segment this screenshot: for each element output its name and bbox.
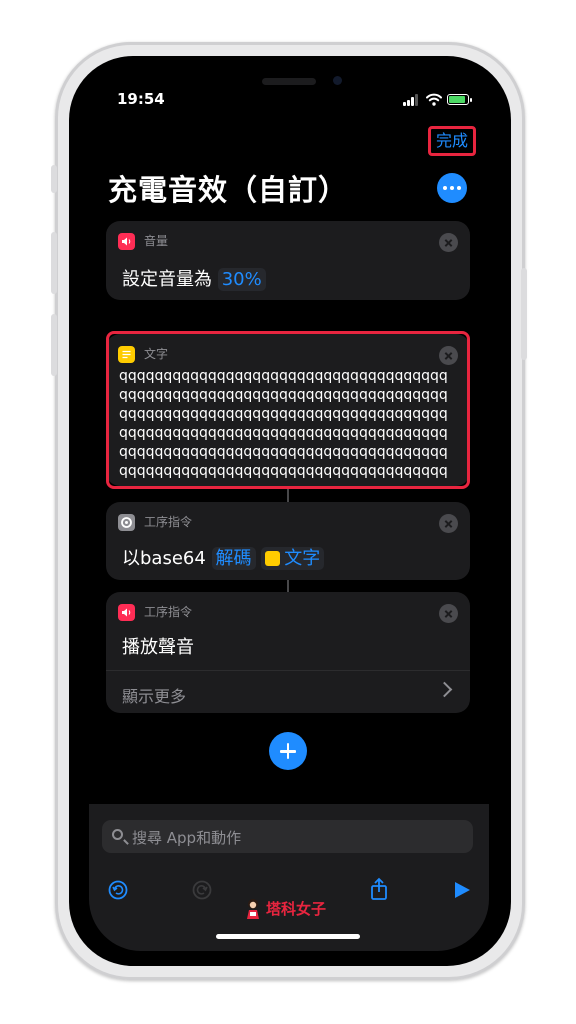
highlight-box — [106, 331, 470, 489]
show-more-link[interactable]: 顯示更多 — [122, 683, 186, 707]
speaker-icon — [118, 233, 135, 250]
card-app-name: 音量 — [144, 234, 169, 248]
girl-logo-icon — [247, 899, 259, 919]
done-button[interactable]: 完成 — [428, 126, 476, 156]
speaker-icon — [118, 604, 135, 621]
search-input[interactable]: 搜尋 App和動作 — [102, 820, 473, 853]
watermark-text: 塔科女子 — [266, 900, 327, 918]
action-text: 以base64 解碼 文字 — [122, 544, 325, 570]
more-icon[interactable] — [437, 173, 467, 203]
input-token[interactable]: 文字 — [261, 547, 325, 570]
home-indicator[interactable] — [216, 934, 360, 939]
volume-down-button — [51, 314, 57, 376]
volume-up-button — [51, 232, 57, 294]
share-icon[interactable] — [369, 877, 389, 901]
divider — [106, 670, 470, 671]
text-icon — [265, 551, 281, 566]
status-icons — [403, 93, 473, 107]
earpiece — [262, 78, 316, 85]
gear-icon — [118, 514, 135, 531]
play-sound-action[interactable]: 工序指令 播放聲音 顯示更多 — [106, 592, 470, 713]
input-token-label: 文字 — [284, 548, 321, 569]
redo-icon[interactable] — [192, 880, 212, 900]
undo-icon[interactable] — [108, 880, 128, 900]
close-icon[interactable] — [439, 514, 458, 533]
action-text: 設定音量為 30% — [122, 265, 266, 291]
battery-icon — [447, 94, 469, 105]
base64-prefix: 以base64 — [122, 548, 206, 569]
search-placeholder: 搜尋 App和動作 — [132, 829, 242, 847]
add-icon[interactable] — [269, 732, 307, 770]
set-volume-action[interactable]: 音量 設定音量為 30% — [106, 221, 470, 300]
mute-switch — [51, 165, 57, 193]
method-token[interactable]: 解碼 — [211, 547, 256, 570]
connector-line — [287, 580, 289, 592]
card-app-name: 工序指令 — [144, 515, 193, 529]
power-button — [521, 268, 527, 360]
page-title: 充電音效（自訂） — [108, 173, 349, 207]
connector-line — [287, 489, 289, 502]
close-icon[interactable] — [439, 233, 458, 252]
status-time: 19:54 — [117, 90, 165, 108]
front-camera — [333, 76, 342, 85]
search-icon — [112, 829, 123, 840]
play-icon[interactable] — [452, 880, 472, 900]
chevron-right-icon[interactable] — [436, 681, 453, 698]
volume-value[interactable]: 30% — [217, 268, 266, 291]
wifi-icon — [426, 93, 442, 106]
action-label: 播放聲音 — [122, 637, 194, 658]
base64-action[interactable]: 工序指令 以base64 解碼 文字 — [106, 502, 470, 580]
action-label: 設定音量為 — [122, 269, 212, 290]
close-icon[interactable] — [439, 604, 458, 623]
card-app-name: 工序指令 — [144, 605, 193, 619]
battery-nub — [470, 98, 472, 102]
